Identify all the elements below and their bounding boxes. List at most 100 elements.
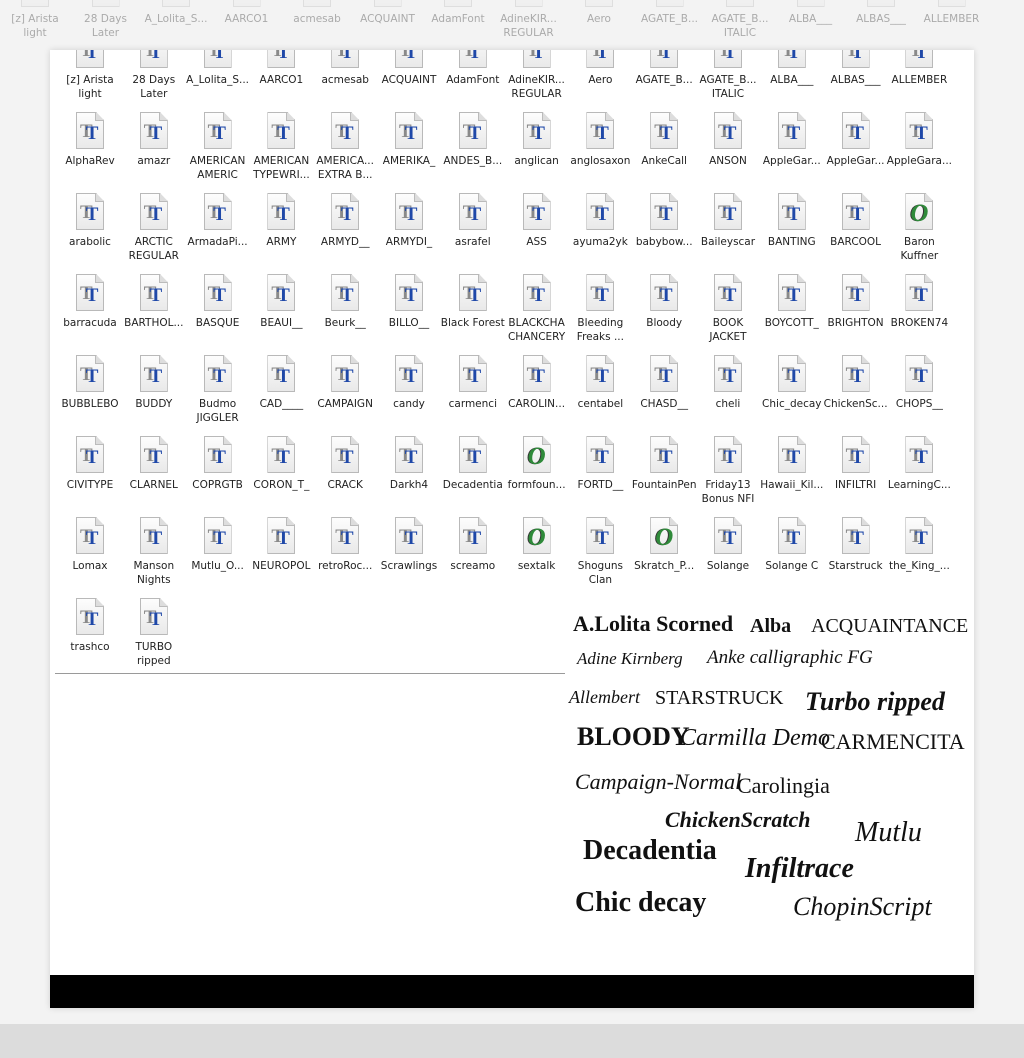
font-file-item[interactable]: TT AppleGar...	[824, 112, 888, 193]
font-file-item[interactable]: TT ALBA___	[779, 0, 843, 50]
font-file-item[interactable]: TT ANSON	[696, 112, 760, 193]
font-file-item[interactable]: TT Solange	[696, 517, 760, 598]
font-file-item[interactable]: TT CLARNEL	[122, 436, 186, 517]
font-file-item[interactable]: TT ANDES_B...	[441, 112, 505, 193]
font-file-item[interactable]: TT INFILTRI	[824, 436, 888, 517]
font-file-item[interactable]: TT Solange C	[760, 517, 824, 598]
font-file-item[interactable]: TT BILLO__	[377, 274, 441, 355]
font-file-item[interactable]: TT [z] Arista light	[58, 50, 122, 112]
font-file-item[interactable]: TT arabolic	[58, 193, 122, 274]
font-file-item[interactable]: TT BARTHOL...	[122, 274, 186, 355]
font-file-item[interactable]: TT ALBA___	[760, 50, 824, 112]
font-file-item[interactable]: O Baron Kuffner	[887, 193, 951, 274]
font-file-item[interactable]: TT Aero	[567, 0, 631, 50]
font-file-item[interactable]: TT ACQUAINT	[377, 50, 441, 112]
font-file-item[interactable]: TT ACQUAINT	[356, 0, 420, 50]
font-file-item[interactable]: TT 28 Days Later	[122, 50, 186, 112]
font-file-item[interactable]: TT AGATE_B... ITALIC	[696, 50, 760, 112]
font-file-item[interactable]: TT CAROLIN...	[505, 355, 569, 436]
font-file-item[interactable]: TT CHASD__	[632, 355, 696, 436]
font-file-item[interactable]: TT A_Lolita_S...	[186, 50, 250, 112]
font-file-item[interactable]: TT AdineKIR... REGULAR	[497, 0, 561, 50]
font-file-item[interactable]: TT acmesab	[313, 50, 377, 112]
font-file-item[interactable]: TT BOYCOTT_	[760, 274, 824, 355]
font-file-item[interactable]: TT Mutlu_O...	[186, 517, 250, 598]
font-file-item[interactable]: TT Lomax	[58, 517, 122, 598]
font-file-item[interactable]: TT BEAUI__	[249, 274, 313, 355]
font-file-item[interactable]: TT Hawaii_Kil...	[760, 436, 824, 517]
font-file-item[interactable]: TT Bleeding Freaks ...	[568, 274, 632, 355]
font-file-item[interactable]: TT ALLEMBER	[887, 50, 951, 112]
font-file-item[interactable]: TT AppleGara...	[887, 112, 952, 193]
font-file-item[interactable]: TT Budmo JIGGLER	[186, 355, 250, 436]
font-file-item[interactable]: TT FORTD__	[568, 436, 632, 517]
font-file-item[interactable]: TT TURBO ripped	[122, 598, 186, 679]
font-file-item[interactable]: TT BROKEN74	[887, 274, 951, 355]
font-file-item[interactable]: TT AMERIKA_	[377, 112, 441, 193]
font-file-item[interactable]: TT AdineKIR... REGULAR	[505, 50, 569, 112]
font-file-item[interactable]: TT the_King_...	[887, 517, 951, 598]
font-file-item[interactable]: TT Darkh4	[377, 436, 441, 517]
font-file-item[interactable]: TT Aero	[568, 50, 632, 112]
font-file-item[interactable]: TT AppleGar...	[760, 112, 824, 193]
font-file-item[interactable]: TT CHOPS__	[887, 355, 951, 436]
font-file-item[interactable]: TT BRIGHTON	[824, 274, 888, 355]
font-file-item[interactable]: TT ArmadaPi...	[186, 193, 250, 274]
font-file-item[interactable]: TT ARMYD__	[313, 193, 377, 274]
font-file-item[interactable]: TT ARCTIC REGULAR	[122, 193, 186, 274]
font-file-item[interactable]: TT NEUROPOL	[249, 517, 313, 598]
font-file-item[interactable]: Osextalk	[505, 517, 569, 598]
font-file-item[interactable]: TT BARCOOL	[824, 193, 888, 274]
font-file-item[interactable]: TT BANTING	[760, 193, 824, 274]
font-file-item[interactable]: TT AGATE_B...	[638, 0, 702, 50]
font-file-item[interactable]: TT ayuma2yk	[568, 193, 632, 274]
font-file-item[interactable]: TT ASS	[505, 193, 569, 274]
font-file-item[interactable]: TT ALBAS___	[824, 50, 888, 112]
font-file-item[interactable]: TT COPRGTB	[186, 436, 250, 517]
font-file-item[interactable]: TT amazr	[122, 112, 186, 193]
font-file-item[interactable]: TT ARMY	[249, 193, 313, 274]
font-file-item[interactable]: TT BUBBLEBO	[58, 355, 122, 436]
font-file-item[interactable]: TT AMERICA... EXTRA B...	[313, 112, 377, 193]
font-file-item[interactable]: TT barracuda	[58, 274, 122, 355]
font-file-item[interactable]: TT ALLEMBER	[920, 0, 984, 50]
font-file-item[interactable]: TT Friday13 Bonus NFI	[696, 436, 760, 517]
font-file-item[interactable]: TT retroRoc...	[313, 517, 377, 598]
font-file-item[interactable]: TT BLACKCHA CHANCERY	[505, 274, 569, 355]
font-file-item[interactable]: TT CRACK	[313, 436, 377, 517]
font-file-item[interactable]: TT Beurk__	[313, 274, 377, 355]
font-file-item[interactable]: TT BUDDY	[122, 355, 186, 436]
font-file-item[interactable]: TT Manson Nights	[122, 517, 186, 598]
font-file-item[interactable]: TT CAMPAIGN	[313, 355, 377, 436]
font-file-item[interactable]: TT Bloody	[632, 274, 696, 355]
font-file-item[interactable]: TT ALBAS___	[849, 0, 913, 50]
font-file-item[interactable]: TT FountainPen	[632, 436, 696, 517]
font-file-item[interactable]: TT AGATE_B... ITALIC	[708, 0, 772, 50]
font-file-item[interactable]: TT AlphaRev	[58, 112, 122, 193]
font-file-item[interactable]: TT ChickenSc...	[824, 355, 888, 436]
font-file-item[interactable]: TT AMERICAN TYPEWRI...	[249, 112, 313, 193]
font-file-item[interactable]: TT cheli	[696, 355, 760, 436]
font-file-item[interactable]: TT CAD____	[249, 355, 313, 436]
font-file-item[interactable]: TT AMERICAN AMERIC	[186, 112, 250, 193]
font-file-item[interactable]: TT CORON_T_	[249, 436, 313, 517]
font-file-item[interactable]: TT Decadentia	[441, 436, 505, 517]
font-file-item[interactable]: TT BASQUE	[186, 274, 250, 355]
font-file-item[interactable]: TT candy	[377, 355, 441, 436]
font-file-item[interactable]: TT AdamFont	[441, 50, 505, 112]
font-file-item[interactable]: TT AGATE_B...	[632, 50, 696, 112]
font-file-item[interactable]: TT centabel	[568, 355, 632, 436]
font-file-item[interactable]: TT Shoguns Clan	[568, 517, 632, 598]
font-file-item[interactable]: TT asrafel	[441, 193, 505, 274]
font-file-item[interactable]: TT AnkeCall	[632, 112, 696, 193]
font-file-item[interactable]: TT LearningC...	[887, 436, 951, 517]
font-file-item[interactable]: TT Baileyscar	[696, 193, 760, 274]
font-file-item[interactable]: TT 28 Days Later	[74, 0, 138, 50]
font-file-item[interactable]: TT AARCO1	[215, 0, 279, 50]
font-file-item[interactable]: TT Scrawlings	[377, 517, 441, 598]
font-file-item[interactable]: TT carmenci	[441, 355, 505, 436]
font-file-item[interactable]: TT Starstruck	[824, 517, 888, 598]
font-file-item[interactable]: TT AARCO1	[249, 50, 313, 112]
font-file-item[interactable]: TT trashco	[58, 598, 122, 679]
font-file-item[interactable]: TT anglosaxon	[568, 112, 632, 193]
